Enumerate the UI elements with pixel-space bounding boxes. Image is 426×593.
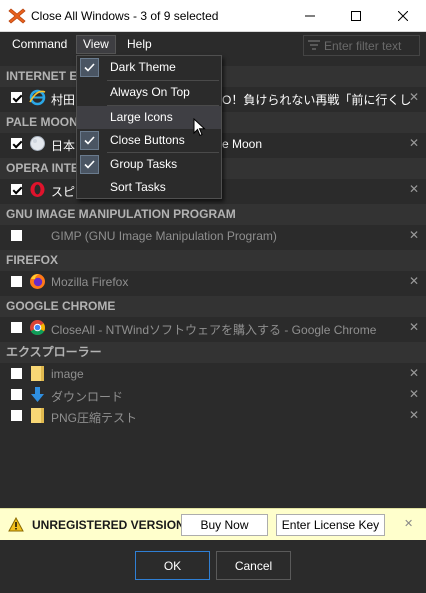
menu-item-label: Sort Tasks <box>110 180 166 194</box>
firefox-icon <box>30 274 45 289</box>
unregistered-banner: UNREGISTERED VERSION Buy Now Enter Licen… <box>0 508 426 540</box>
task-title: GIMP (GNU Image Manipulation Program) <box>51 229 277 243</box>
menu-item-always-on-top[interactable]: Always On Top <box>77 81 221 104</box>
close-task-icon[interactable]: ✕ <box>407 320 421 334</box>
maximize-icon <box>351 10 361 21</box>
task-title-tail: O！負けられない再戦「前に行くし <box>222 93 412 107</box>
filter-input[interactable] <box>324 36 418 55</box>
menu-item-label: Close Buttons <box>110 133 185 147</box>
close-task-icon[interactable]: ✕ <box>407 366 421 380</box>
close-task-icon[interactable]: ✕ <box>407 136 421 150</box>
unregistered-label: UNREGISTERED VERSION <box>32 518 185 532</box>
task-title-tail: e Moon <box>222 137 263 151</box>
group-header: GNU IMAGE MANIPULATION PROGRAM <box>0 204 426 225</box>
task-checkbox[interactable] <box>11 276 22 287</box>
task-checkbox[interactable] <box>11 184 22 195</box>
main-window: Command View Help INTERNET EX 村田 O！負けられな… <box>0 32 426 593</box>
internet-explorer-icon <box>29 89 46 106</box>
opera-icon <box>30 182 45 197</box>
task-checkbox[interactable] <box>11 92 22 103</box>
title-bar: Close All Windows - 3 of 9 selected <box>0 0 426 32</box>
warning-icon <box>8 517 24 532</box>
task-checkbox[interactable] <box>11 410 22 421</box>
close-window-button[interactable] <box>380 0 426 31</box>
filter-box <box>303 35 420 56</box>
mouse-cursor-icon <box>193 118 206 137</box>
menu-bar: Command View Help <box>0 32 426 56</box>
task-row[interactable]: ダウンロード ✕ <box>0 384 426 406</box>
close-task-icon[interactable]: ✕ <box>407 274 421 288</box>
task-title: image <box>51 367 84 381</box>
minimize-icon <box>305 15 315 16</box>
menu-item-label: Group Tasks <box>110 157 178 171</box>
folder-icon <box>31 408 44 423</box>
task-title: 日本 <box>51 139 76 153</box>
ok-button[interactable]: OK <box>135 551 210 580</box>
close-task-icon[interactable]: ✕ <box>407 408 421 422</box>
group-header: エクスプローラー <box>0 342 426 363</box>
dialog-button-bar: OK Cancel <box>0 540 426 593</box>
task-row[interactable]: image ✕ <box>0 363 426 385</box>
task-checkbox[interactable] <box>11 389 22 400</box>
close-task-icon[interactable]: ✕ <box>407 228 421 242</box>
menu-item-group-tasks[interactable]: Group Tasks <box>77 153 221 176</box>
task-row[interactable]: PNG圧縮テスト ✕ <box>0 405 426 427</box>
download-folder-icon <box>31 387 44 402</box>
menu-help[interactable]: Help <box>121 35 158 54</box>
close-task-icon[interactable]: ✕ <box>407 182 421 196</box>
task-checkbox[interactable] <box>11 138 22 149</box>
minimize-button[interactable] <box>287 0 333 31</box>
task-title: CloseAll - NTWindソフトウェアを購入する - Google Ch… <box>51 323 377 337</box>
group-header: GOOGLE CHROME <box>0 296 426 317</box>
task-title: Mozilla Firefox <box>51 275 129 289</box>
task-row[interactable]: CloseAll - NTWindソフトウェアを購入する - Google Ch… <box>0 317 426 339</box>
maximize-button[interactable] <box>333 0 379 31</box>
task-title: PNG圧縮テスト <box>51 411 138 425</box>
task-row[interactable]: GIMP (GNU Image Manipulation Program) ✕ <box>0 225 426 247</box>
folder-icon <box>31 366 44 381</box>
close-icon <box>398 10 408 21</box>
checkmark-icon <box>80 58 99 77</box>
close-task-icon[interactable]: ✕ <box>407 90 421 104</box>
buy-now-button[interactable]: Buy Now <box>181 514 268 536</box>
task-title: ダウンロード <box>51 390 124 404</box>
view-menu-dropdown: Dark Theme Always On Top Large Icons Clo… <box>76 55 222 199</box>
close-all-app-icon <box>8 8 26 24</box>
enter-license-key-button[interactable]: Enter License Key <box>276 514 385 536</box>
window-title: Close All Windows - 3 of 9 selected <box>31 9 219 23</box>
filter-icon <box>308 40 320 50</box>
pale-moon-icon <box>30 136 45 151</box>
group-header: FIREFOX <box>0 250 426 271</box>
task-checkbox[interactable] <box>11 368 22 379</box>
menu-item-label: Always On Top <box>110 85 190 99</box>
menu-item-label: Large Icons <box>110 110 173 124</box>
task-title: 村田 <box>51 93 76 107</box>
task-row[interactable]: Mozilla Firefox ✕ <box>0 271 426 293</box>
menu-item-dark-theme[interactable]: Dark Theme <box>77 56 221 79</box>
chrome-icon <box>30 320 46 336</box>
close-task-icon[interactable]: ✕ <box>407 387 421 401</box>
menu-view[interactable]: View <box>76 35 116 54</box>
task-checkbox[interactable] <box>11 322 22 333</box>
cancel-button[interactable]: Cancel <box>216 551 291 580</box>
menu-item-label: Dark Theme <box>110 60 176 74</box>
checkmark-icon <box>80 131 99 150</box>
task-checkbox[interactable] <box>11 230 22 241</box>
checkmark-icon <box>80 155 99 174</box>
menu-command[interactable]: Command <box>6 35 73 54</box>
menu-item-sort-tasks[interactable]: Sort Tasks <box>77 176 221 199</box>
banner-close-icon[interactable]: ✕ <box>404 517 413 530</box>
